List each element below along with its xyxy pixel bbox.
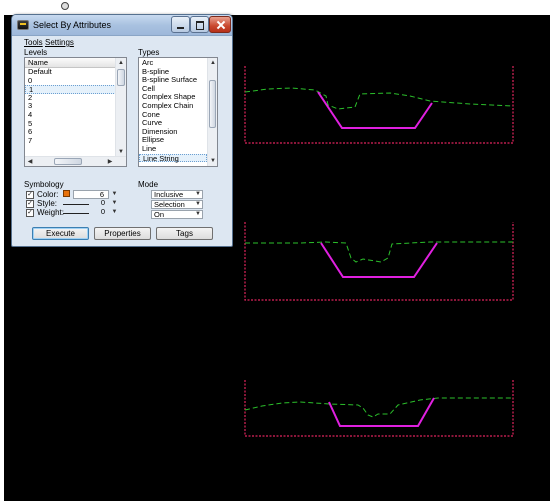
mode-on-value: On [154,210,165,219]
section-1-boundary [244,66,514,144]
levels-vertical-scrollbar[interactable]: ▲ ▼ [115,58,126,157]
dialog-title: Select By Attributes [33,20,112,30]
cross-section-2 [244,222,514,301]
level-list-item[interactable]: 2 [25,93,116,103]
level-list-item[interactable]: 4 [25,110,116,120]
levels-hscroll-thumb[interactable] [54,158,82,165]
cross-section-3 [244,380,514,437]
style-value[interactable]: 0 [90,199,109,208]
types-label: Types [138,48,160,57]
mode-inclusive-select[interactable]: Inclusive ▼ [151,190,203,199]
types-list[interactable]: Arc B-spline B-spline Surface Cell Complex S… [138,57,218,167]
levels-scroll-thumb[interactable] [117,69,125,86]
weight-line-sample [63,213,89,214]
scroll-left-icon[interactable]: ◀ [25,157,35,167]
scroll-up-icon[interactable]: ▲ [208,58,218,68]
weight-checkbox[interactable]: ✓ [26,209,34,217]
level-list-item[interactable]: 1 [25,85,116,94]
scroll-down-icon[interactable]: ▼ [208,156,218,166]
chevron-down-icon: ▼ [195,201,201,207]
section-2-channel-line [320,242,438,278]
select-by-attributes-dialog: Select By Attributes Tools Settings Leve… [11,14,233,247]
level-list-item[interactable]: 0 [25,76,116,86]
section-1-channel-line [317,91,433,129]
maximize-button[interactable] [190,16,209,33]
symbology-label: Symbology [24,180,64,189]
scroll-right-icon[interactable]: ▶ [105,157,115,167]
type-list-item[interactable]: Line String [139,153,207,163]
tags-button[interactable]: Tags [156,227,213,240]
levels-list[interactable]: Name Default 0 1 2 3 4 5 6 7 ▲ ▼ ◀ ▶ [24,57,127,167]
close-button[interactable] [209,16,231,33]
section-2-ground-line [245,241,513,263]
section-3-ground-line [244,397,513,418]
menu-settings[interactable]: Settings [45,38,74,47]
minimize-button[interactable] [171,16,190,33]
level-list-item[interactable]: 7 [25,136,116,146]
scroll-up-icon[interactable]: ▲ [116,58,126,68]
app-icon [17,20,29,30]
section-3-boundary [244,380,514,437]
levels-label: Levels [24,48,48,57]
types-scroll-thumb[interactable] [209,80,216,128]
types-vertical-scrollbar[interactable]: ▲ ▼ [207,58,217,166]
style-line-sample [63,204,89,205]
color-label: Color: [37,190,59,199]
types-items: Arc B-spline B-spline Surface Cell Complex S… [139,58,207,163]
mode-selection-select[interactable]: Selection ▼ [151,200,203,209]
section-2-boundary [244,222,514,301]
levels-items: Default 0 1 2 3 4 5 6 7 [25,67,116,146]
weight-value[interactable]: 0 [90,208,109,217]
chevron-down-icon[interactable]: ▼ [110,190,119,198]
menu-tools[interactable]: Tools [24,38,43,47]
color-swatch[interactable] [63,190,70,197]
dialog-titlebar[interactable]: Select By Attributes [12,15,232,36]
mode-label: Mode [138,180,159,189]
chevron-down-icon[interactable]: ▼ [110,199,119,207]
cross-section-1 [244,66,514,144]
level-list-item[interactable]: 5 [25,119,116,129]
levels-horizontal-scrollbar[interactable]: ◀ ▶ [25,156,126,166]
properties-button[interactable]: Properties [94,227,151,240]
menu-bar: Tools Settings [12,37,232,48]
execute-button[interactable]: Execute [32,227,89,240]
symbology-group: ✓ Color: 6 ▼ ✓ Style: 0 ▼ ✓ Weight: 0 ▼ [24,190,136,220]
chevron-down-icon: ▼ [195,211,201,217]
style-label: Style: [37,199,58,208]
mode-inclusive-value: Inclusive [154,190,184,199]
chevron-down-icon: ▼ [195,191,201,197]
weight-label: Weight: [37,208,64,217]
section-1-ground-line [244,87,514,110]
mode-on-select[interactable]: On ▼ [151,210,203,219]
type-list-item[interactable]: Line [139,144,207,154]
section-3-channel-line [328,397,435,427]
style-checkbox[interactable]: ✓ [26,200,34,208]
level-list-item[interactable]: 6 [25,128,116,137]
mode-selection-value: Selection [154,200,185,209]
chevron-down-icon[interactable]: ▼ [110,208,119,216]
color-checkbox[interactable]: ✓ [26,191,34,199]
level-list-item[interactable]: 3 [25,102,116,111]
level-list-item[interactable]: Default [25,67,116,77]
